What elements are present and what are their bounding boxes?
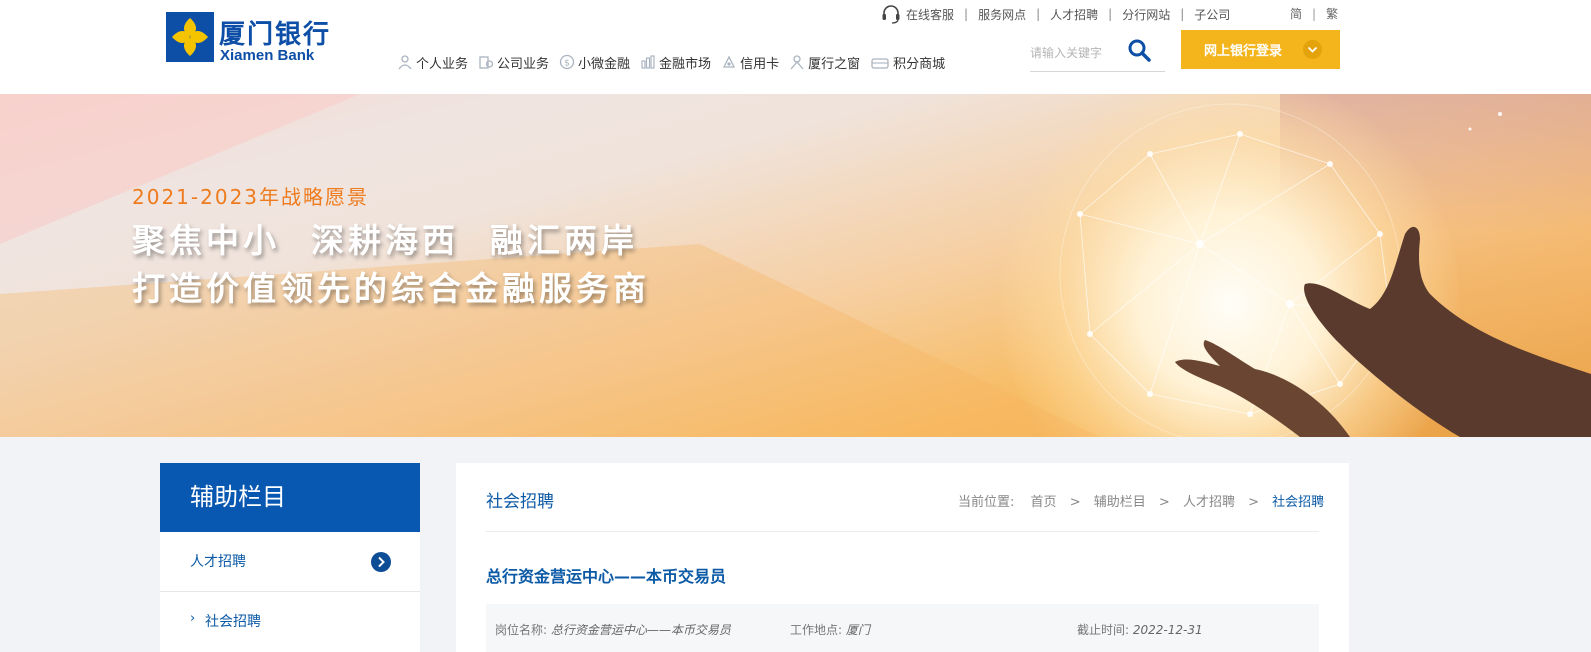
job-title-link[interactable]: 总行资金营运中心——本币交易员	[486, 563, 726, 587]
sidebar-item-label: 社会招聘	[205, 614, 261, 630]
sidebar-item-careers[interactable]: 人才招聘	[160, 532, 420, 592]
nav-bank-window[interactable]: 厦行之窗	[789, 53, 860, 72]
lang-traditional[interactable]: 繁	[1326, 7, 1338, 21]
headset-icon	[882, 5, 900, 24]
nav-credit-card[interactable]: 信用卡	[721, 53, 779, 72]
nav-label: 公司业务	[497, 56, 550, 72]
job-deadline-key: 截止时间:	[1077, 623, 1130, 637]
lang-simplified[interactable]: 简	[1290, 7, 1302, 21]
divider: |	[1036, 7, 1041, 21]
breadcrumb-home[interactable]: 首页	[1031, 495, 1057, 510]
coin-icon: $	[559, 54, 575, 70]
divider	[486, 531, 1319, 532]
main-content: 社会招聘 当前位置: 首页 > 辅助栏目 > 人才招聘 > 社会招聘 总行资金营…	[456, 463, 1349, 652]
divider: |	[1180, 7, 1185, 21]
top-link-branch-sites[interactable]: 分行网站	[1122, 6, 1170, 23]
job-position-cell: 岗位名称: 总行资金营运中心——本币交易员	[495, 621, 731, 638]
market-icon	[641, 55, 655, 69]
page-title: 社会招聘	[486, 492, 554, 512]
sidebar-item-social-recruitment[interactable]: › 社会招聘	[160, 592, 420, 652]
breadcrumb-separator: >	[1158, 495, 1170, 510]
sidebar-title: 辅助栏目	[160, 463, 420, 532]
nav-label: 信用卡	[740, 56, 780, 72]
job-info-row: 岗位名称: 总行资金营运中心——本币交易员 工作地点: 厦门 截止时间: 202…	[486, 604, 1319, 652]
nav-micro-finance[interactable]: $ 小微金融	[559, 53, 630, 72]
building-icon	[479, 56, 494, 69]
nav-label: 个人业务	[416, 56, 469, 72]
search-icon[interactable]	[1126, 37, 1152, 63]
divider: |	[964, 7, 969, 21]
job-location-value: 厦门	[845, 623, 870, 637]
logo-mark-icon	[166, 12, 214, 62]
main-nav: 个人业务 公司业务 $ 小微金融 金融市场 信用卡 厦行之窗 积分商城	[397, 52, 955, 72]
breadcrumb-careers[interactable]: 人才招聘	[1183, 495, 1235, 510]
divider: |	[1312, 7, 1317, 21]
top-link-subsidiaries[interactable]: 子公司	[1194, 6, 1230, 23]
breadcrumb-auxiliary[interactable]: 辅助栏目	[1094, 495, 1146, 510]
breadcrumb-separator: >	[1069, 495, 1081, 510]
breadcrumb: 当前位置: 首页 > 辅助栏目 > 人才招聘 > 社会招聘	[958, 491, 1324, 510]
nav-label: 厦行之窗	[808, 56, 861, 72]
banner-slogan-line-2: 打造价值领先的综合金融服务商	[132, 269, 650, 308]
nav-label: 金融市场	[659, 56, 712, 72]
gift-icon	[871, 58, 889, 69]
nav-financial-market[interactable]: 金融市场	[640, 53, 711, 72]
language-switch: 简 | 繁	[1290, 5, 1338, 22]
job-deadline-cell: 截止时间: 2022-12-31	[1077, 621, 1203, 638]
nav-corporate[interactable]: 公司业务	[478, 53, 549, 72]
job-location-key: 工作地点:	[790, 623, 843, 637]
person-icon	[398, 55, 412, 70]
top-links: 在线客服 | 服务网点 | 人才招聘 | 分行网站 | 子公司	[880, 5, 1230, 24]
divider: |	[1108, 7, 1113, 21]
job-deadline-value: 2022-12-31	[1132, 623, 1203, 637]
card-icon	[723, 55, 736, 68]
chevron-right-icon	[371, 552, 391, 572]
window-icon	[790, 55, 804, 70]
site-header: 厦门银行 Xiamen Bank 在线客服 | 服务网点 | 人才招聘 | 分行…	[0, 0, 1591, 94]
logo-chinese-name: 厦门银行	[219, 20, 332, 50]
sidebar-item-label: 人才招聘	[190, 554, 246, 570]
nav-label: 积分商城	[893, 56, 946, 72]
breadcrumb-prefix: 当前位置:	[958, 495, 1015, 510]
banner-slogan-line-1: 聚焦中小 深耕海西 融汇两岸	[132, 221, 638, 260]
bank-logo[interactable]: 厦门银行 Xiamen Bank	[166, 12, 366, 64]
breadcrumb-separator: >	[1248, 495, 1259, 510]
hero-banner[interactable]: 2021-2023年战略愿景 聚焦中小 深耕海西 融汇两岸 打造价值领先的综合金…	[0, 94, 1591, 437]
search-input[interactable]	[1030, 36, 1125, 70]
top-link-branches[interactable]: 服务网点	[978, 6, 1026, 23]
top-link-careers[interactable]: 人才招聘	[1050, 6, 1098, 23]
search-box	[1030, 36, 1165, 72]
chevron-down-icon	[1303, 40, 1322, 59]
banner-strategy-year: 2021-2023年战略愿景	[132, 185, 370, 209]
nav-points-mall[interactable]: 积分商城	[870, 53, 945, 72]
logo-english-name: Xiamen Bank	[220, 47, 315, 64]
sidebar: 辅助栏目 人才招聘 › 社会招聘	[160, 463, 420, 652]
chevron-right-icon: ›	[190, 611, 196, 626]
breadcrumb-current: 社会招聘	[1272, 495, 1325, 510]
top-link-online-service[interactable]: 在线客服	[906, 6, 954, 23]
nav-personal[interactable]: 个人业务	[397, 53, 468, 72]
job-position-value: 总行资金营运中心——本币交易员	[550, 623, 731, 637]
job-location-cell: 工作地点: 厦门	[790, 621, 870, 638]
svg-text:$: $	[564, 59, 570, 69]
online-banking-login-button[interactable]: 网上银行登录	[1181, 30, 1340, 69]
nav-label: 小微金融	[578, 56, 631, 72]
login-label: 网上银行登录	[1204, 44, 1283, 59]
job-position-key: 岗位名称:	[495, 623, 548, 637]
